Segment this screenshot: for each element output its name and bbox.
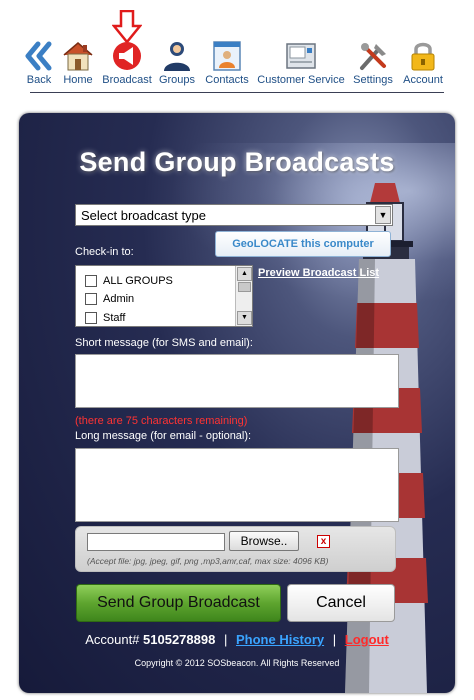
account-icon <box>411 42 435 71</box>
top-nav: Back Home Broadcast Groups Contacts Cust… <box>0 0 474 96</box>
nav-label: Account <box>403 74 443 86</box>
nav-contacts[interactable]: Contacts <box>204 40 250 90</box>
long-message-label: Long message (for email - optional): <box>75 430 252 442</box>
send-group-broadcast-button[interactable]: Send Group Broadcast <box>76 584 281 622</box>
account-prefix: Account# <box>85 632 140 647</box>
group-option-label: ALL GROUPS <box>103 275 173 287</box>
checkbox[interactable] <box>85 312 97 325</box>
group-option-label: Admin <box>103 293 135 305</box>
short-message-field[interactable] <box>75 354 399 408</box>
nav-label: Home <box>63 74 93 86</box>
geolocate-button[interactable]: GeoLOCATE this computer <box>215 231 391 257</box>
contacts-icon <box>213 41 241 71</box>
copyright-text: Copyright © 2012 SOSbeacon. All Rights R… <box>134 658 340 668</box>
cancel-button[interactable]: Cancel <box>287 584 395 622</box>
separator: | <box>223 632 228 647</box>
phone-history-link[interactable]: Phone History <box>236 632 324 647</box>
group-option[interactable]: Admin <box>85 293 135 306</box>
scroll-down-icon[interactable]: ▼ <box>237 311 252 325</box>
separator: | <box>332 632 337 647</box>
logout-link[interactable]: Logout <box>345 632 389 647</box>
accepted-files-note: (Accept file: jpg, jpeg, gif, png ,mp3,a… <box>87 556 329 566</box>
home-icon <box>63 42 93 71</box>
account-row: Account# 5105278898 | Phone History | Lo… <box>19 632 455 647</box>
broadcast-icon <box>113 42 141 70</box>
group-option[interactable]: ALL GROUPS <box>85 275 173 288</box>
browse-button[interactable]: Browse.. <box>229 531 299 551</box>
nav-settings[interactable]: Settings <box>352 40 394 90</box>
scroll-thumb[interactable] <box>238 282 251 292</box>
nav-label: Back <box>26 74 52 86</box>
long-message-field[interactable] <box>75 448 399 522</box>
file-path-input[interactable] <box>87 533 225 551</box>
nav-label: Groups <box>158 74 196 86</box>
customer-service-icon <box>286 43 316 69</box>
nav-home[interactable]: Home <box>62 40 94 90</box>
groups-icon <box>164 42 190 71</box>
checkbox[interactable] <box>85 275 97 288</box>
nav-account[interactable]: Account <box>400 40 446 90</box>
back-icon <box>25 41 52 71</box>
short-message-label: Short message (for SMS and email): <box>75 337 253 349</box>
remove-attachment-icon[interactable]: x <box>317 535 330 548</box>
preview-broadcast-list-link[interactable]: Preview Broadcast List <box>258 267 379 279</box>
nav-label: Contacts <box>205 74 249 86</box>
nav-divider <box>30 92 444 93</box>
nav-back[interactable]: Back <box>22 40 56 90</box>
group-checklist: ALL GROUPS Admin Staff ▲ ▼ <box>75 265 253 327</box>
checkin-label: Check-in to: <box>75 246 134 258</box>
nav-broadcast[interactable]: Broadcast <box>100 40 154 90</box>
nav-label: Settings <box>353 74 393 86</box>
scroll-up-icon[interactable]: ▲ <box>237 267 252 281</box>
broadcast-type-select[interactable]: Select broadcast type ▼ <box>75 204 393 226</box>
broadcast-type-value: Select broadcast type <box>81 208 207 223</box>
attachment-box: Browse.. x (Accept file: jpg, jpeg, gif,… <box>75 526 396 572</box>
nav-label: Customer Service <box>257 74 345 86</box>
broadcast-panel: Send Group Broadcasts Select broadcast t… <box>19 113 455 693</box>
nav-groups[interactable]: Groups <box>158 40 196 90</box>
account-number: 5105278898 <box>143 632 216 647</box>
chevron-down-icon[interactable]: ▼ <box>375 206 391 224</box>
checkbox[interactable] <box>85 293 97 306</box>
down-arrow-icon <box>112 10 142 44</box>
page-title: Send Group Broadcasts <box>79 147 395 177</box>
nav-label: Broadcast <box>102 74 152 86</box>
group-option-label: Staff <box>103 312 126 324</box>
group-option[interactable]: Staff <box>85 312 126 325</box>
checklist-scrollbar[interactable]: ▲ ▼ <box>235 266 252 326</box>
nav-customer-service[interactable]: Customer Service <box>256 40 346 90</box>
characters-remaining: (there are 75 characters remaining) <box>75 415 248 427</box>
settings-icon <box>360 43 386 70</box>
